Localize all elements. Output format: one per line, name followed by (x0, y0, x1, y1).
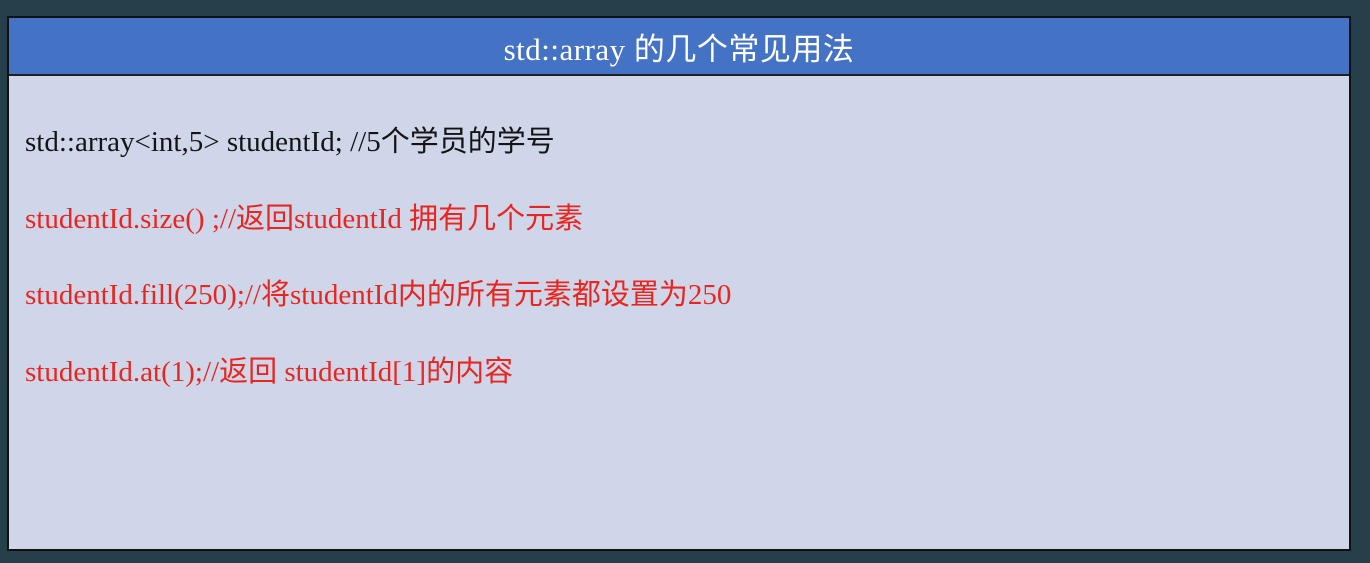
code-line-at: studentId.at(1);//返回 studentId[1]的内容 (25, 356, 514, 388)
code-line-declaration: std::array<int,5> studentId; //5个学员的学号 (25, 126, 555, 158)
code-line-fill: studentId.fill(250);//将studentId内的所有元素都设… (25, 279, 732, 311)
slide-title: std::array 的几个常见用法 (503, 31, 855, 67)
code-line-size: studentId.size() ;//返回studentId 拥有几个元素 (25, 203, 584, 235)
slide-panel: std::array 的几个常见用法 std::array<int,5> stu… (7, 16, 1351, 551)
title-bar: std::array 的几个常见用法 (9, 18, 1349, 76)
